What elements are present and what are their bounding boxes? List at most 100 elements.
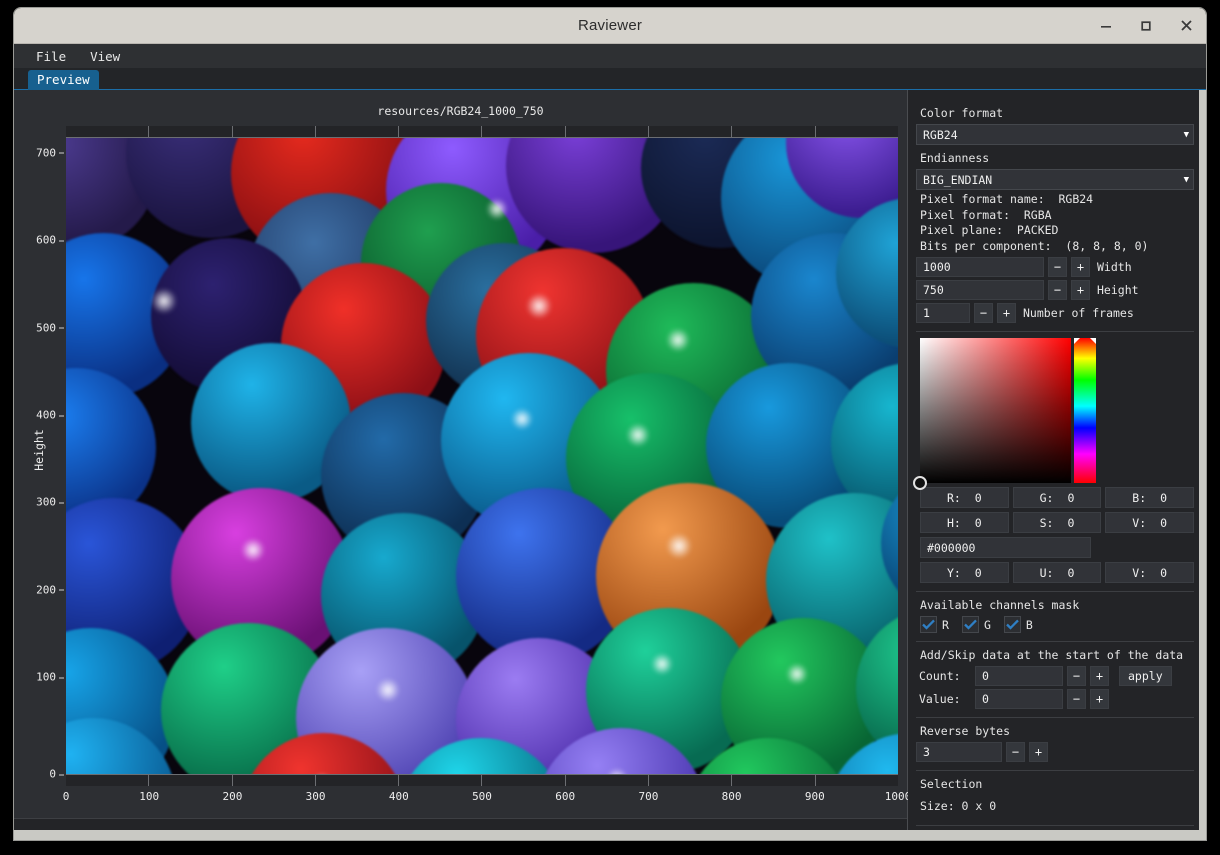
y-value: 0 bbox=[974, 565, 982, 580]
menu-item-file[interactable]: File bbox=[36, 49, 66, 64]
apply-button[interactable]: apply bbox=[1119, 666, 1172, 686]
height-input[interactable]: 750 bbox=[916, 280, 1044, 300]
preview-plot-pane: resources/RGB24_1000_750 0 100 200 300 4… bbox=[14, 90, 911, 840]
menu-item-view[interactable]: View bbox=[90, 49, 120, 64]
value-label: Value: bbox=[919, 692, 961, 706]
frames-input[interactable]: 1 bbox=[916, 303, 970, 323]
plot-axes: 0 100 200 300 400 500 600 700 0 100 200 … bbox=[32, 126, 911, 803]
yuv-v-field[interactable]: V: 0 bbox=[1105, 562, 1195, 583]
b-field[interactable]: B: 0 bbox=[1105, 487, 1195, 508]
channel-b-checkbox[interactable] bbox=[1003, 616, 1021, 633]
reverse-minus-button[interactable]: − bbox=[1006, 742, 1025, 762]
u-value: 0 bbox=[1067, 565, 1075, 580]
tab-preview[interactable]: Preview bbox=[28, 70, 99, 90]
maximize-icon[interactable] bbox=[1126, 8, 1166, 44]
r-field[interactable]: R: 0 bbox=[920, 487, 1009, 508]
width-row: 1000 − + Width bbox=[916, 257, 1194, 277]
channel-g-label: G bbox=[983, 617, 991, 632]
window-bottom-strip bbox=[14, 830, 1206, 840]
height-plus-button[interactable]: + bbox=[1071, 280, 1090, 300]
divider bbox=[916, 825, 1194, 826]
sv-handle[interactable] bbox=[913, 476, 927, 490]
divider bbox=[916, 591, 1194, 592]
height-row: 750 − + Height bbox=[916, 280, 1194, 300]
channel-r-checkbox[interactable] bbox=[920, 616, 937, 633]
xtick-200: 200 bbox=[222, 790, 243, 803]
saturation-value-field[interactable] bbox=[913, 338, 1071, 490]
xtick-700: 700 bbox=[638, 790, 659, 803]
width-plus-button[interactable]: + bbox=[1071, 257, 1090, 277]
width-minus-button[interactable]: − bbox=[1048, 257, 1067, 277]
ytick-200: 200 bbox=[16, 583, 66, 596]
endianness-value: BIG_ENDIAN bbox=[923, 172, 993, 187]
divider bbox=[916, 717, 1194, 718]
hue-slider[interactable] bbox=[1074, 338, 1096, 483]
value-input[interactable]: 0 bbox=[975, 689, 1063, 709]
panel-scrollbar[interactable] bbox=[1199, 90, 1206, 840]
ytick-600: 600 bbox=[16, 234, 66, 247]
xtick-0: 0 bbox=[62, 790, 70, 803]
count-minus-button[interactable]: − bbox=[1067, 666, 1086, 686]
count-plus-button[interactable]: + bbox=[1090, 666, 1109, 686]
addskip-count-row: Count: 0 − + apply bbox=[916, 666, 1194, 686]
tabbar: Preview bbox=[14, 68, 1206, 90]
count-input[interactable]: 0 bbox=[975, 666, 1063, 686]
hue-marker-right-icon bbox=[1090, 338, 1096, 344]
channel-r-label: R bbox=[942, 617, 949, 632]
b-value: 0 bbox=[1160, 490, 1168, 505]
xtick-800: 800 bbox=[721, 790, 742, 803]
s-field[interactable]: S: 0 bbox=[1012, 512, 1102, 533]
reverse-plus-button[interactable]: + bbox=[1029, 742, 1048, 762]
frames-minus-button[interactable]: − bbox=[974, 303, 993, 323]
endianness-select[interactable]: BIG_ENDIAN ▼ bbox=[916, 169, 1194, 190]
v-field[interactable]: V: 0 bbox=[1105, 512, 1195, 533]
window-titlebar: Raviewer bbox=[14, 8, 1206, 44]
reverse-bytes-input[interactable]: 3 bbox=[916, 742, 1002, 762]
channels-mask-row: R G B bbox=[920, 616, 1194, 633]
xtick-300: 300 bbox=[305, 790, 326, 803]
frames-plus-button[interactable]: + bbox=[997, 303, 1016, 323]
close-icon[interactable] bbox=[1166, 8, 1206, 44]
settings-panel: Color format RGB24 ▼ Endianness BIG_ENDI… bbox=[908, 90, 1206, 840]
value-plus-button[interactable]: + bbox=[1090, 689, 1109, 709]
pixel-format-name: Pixel format name: RGB24 bbox=[920, 192, 1094, 206]
plot-title: resources/RGB24_1000_750 bbox=[377, 104, 544, 118]
minimize-icon[interactable] bbox=[1086, 8, 1126, 44]
color-format-label: Color format bbox=[920, 106, 1004, 120]
chevron-down-icon: ▼ bbox=[1183, 174, 1189, 185]
width-input[interactable]: 1000 bbox=[916, 257, 1044, 277]
s-value: 0 bbox=[1067, 515, 1075, 530]
y-field[interactable]: Y: 0 bbox=[920, 562, 1009, 583]
xtick-400: 400 bbox=[388, 790, 409, 803]
image-canvas[interactable] bbox=[66, 138, 898, 774]
y-label: Y: bbox=[946, 565, 961, 580]
height-minus-button[interactable]: − bbox=[1048, 280, 1067, 300]
divider bbox=[916, 331, 1194, 332]
xtick-900: 900 bbox=[804, 790, 825, 803]
h-field[interactable]: H: 0 bbox=[920, 512, 1009, 533]
menubar: File View bbox=[14, 44, 1206, 68]
u-field[interactable]: U: 0 bbox=[1012, 562, 1102, 583]
divider bbox=[916, 770, 1194, 771]
endianness-label: Endianness bbox=[920, 151, 990, 165]
g-label: G: bbox=[1039, 490, 1054, 505]
s-label: S: bbox=[1039, 515, 1054, 530]
value-minus-button[interactable]: − bbox=[1067, 689, 1086, 709]
channel-b-label: B bbox=[1025, 617, 1033, 632]
xtick-600: 600 bbox=[555, 790, 576, 803]
pixel-format: Pixel format: RGBA bbox=[920, 207, 1052, 222]
v-label: V: bbox=[1132, 515, 1147, 530]
divider bbox=[916, 641, 1194, 642]
addskip-title: Add/Skip data at the start of the data bbox=[920, 648, 1184, 662]
chevron-down-icon: ▼ bbox=[1183, 129, 1189, 140]
width-label: Width bbox=[1097, 260, 1132, 274]
ytick-0: 0 bbox=[16, 768, 66, 781]
hex-color-input[interactable]: #000000 bbox=[920, 537, 1091, 558]
ytick-300: 300 bbox=[16, 496, 66, 509]
g-field[interactable]: G: 0 bbox=[1012, 487, 1102, 508]
color-format-value: RGB24 bbox=[923, 127, 958, 142]
channels-mask-title: Available channels mask bbox=[920, 598, 1080, 612]
color-format-select[interactable]: RGB24 ▼ bbox=[916, 124, 1194, 145]
y-axis-label: Height bbox=[31, 429, 46, 471]
channel-g-checkbox[interactable] bbox=[961, 616, 979, 633]
